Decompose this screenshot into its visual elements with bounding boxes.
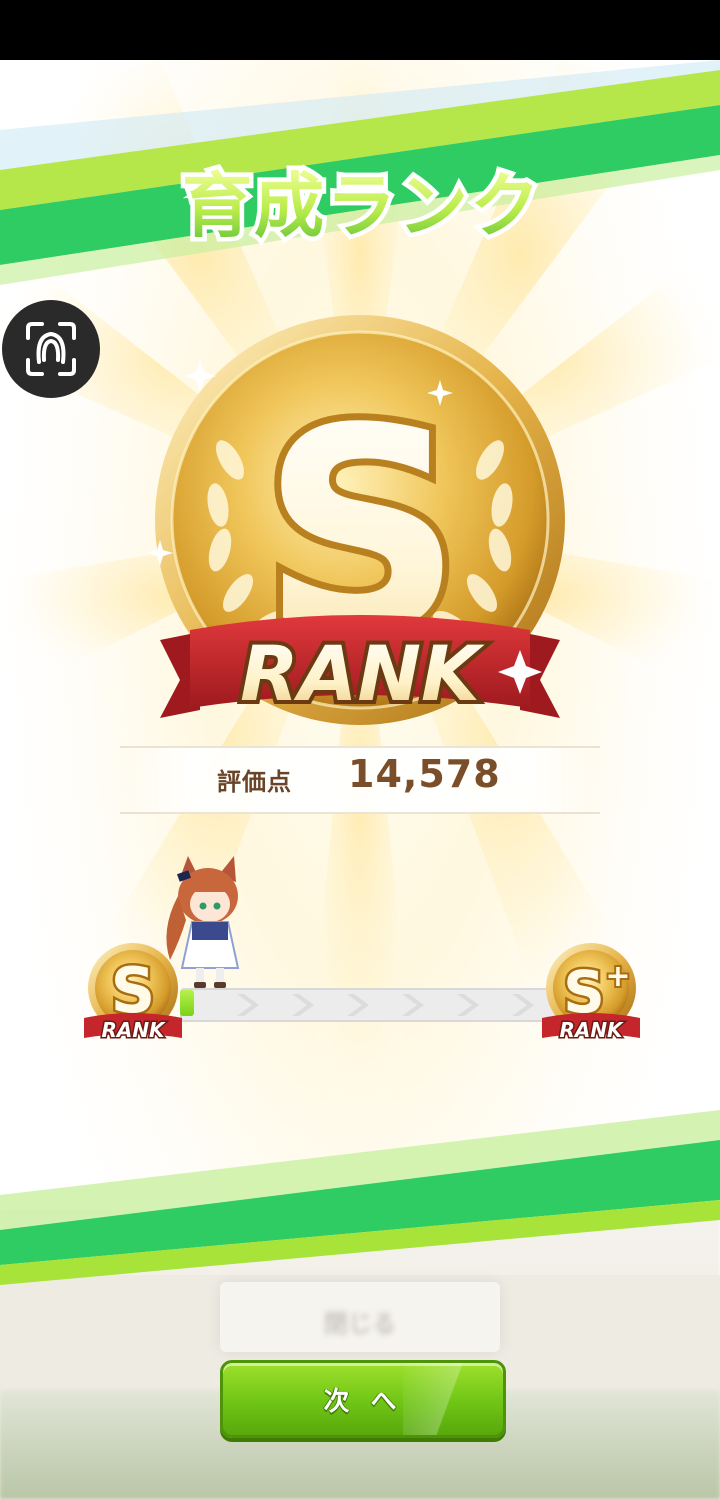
score-value: 14,578 bbox=[348, 752, 501, 796]
next-rank-plus: + bbox=[605, 959, 630, 994]
rank-result-screen: 閉じる 育成ランク S RANK 評価点 14,578 S RANK S + R… bbox=[0, 60, 720, 1499]
next-rank-badge: S + RANK bbox=[542, 943, 640, 1044]
rank-label: RANK bbox=[240, 629, 485, 718]
progress-chevrons bbox=[237, 994, 534, 1016]
current-rank-label: RANK bbox=[101, 1018, 166, 1042]
rank-progress-bar bbox=[160, 984, 570, 1022]
next-rank-label: RANK bbox=[559, 1018, 624, 1042]
progress-track bbox=[180, 988, 564, 1022]
camera-scan-button[interactable] bbox=[2, 300, 100, 398]
page-title-text: 育成ランク bbox=[182, 165, 542, 247]
score-panel: 評価点 14,578 bbox=[120, 746, 600, 814]
status-bar bbox=[0, 0, 720, 60]
next-button-label: 次 へ bbox=[323, 1387, 403, 1417]
page-title: 育成ランク bbox=[178, 161, 545, 252]
rank-medal: S RANK bbox=[147, 315, 565, 725]
score-label: 評価点 bbox=[217, 768, 292, 796]
camera-scan-icon bbox=[26, 322, 76, 376]
current-rank-badge: S RANK bbox=[84, 943, 182, 1044]
next-button[interactable]: 次 へ bbox=[220, 1360, 506, 1438]
